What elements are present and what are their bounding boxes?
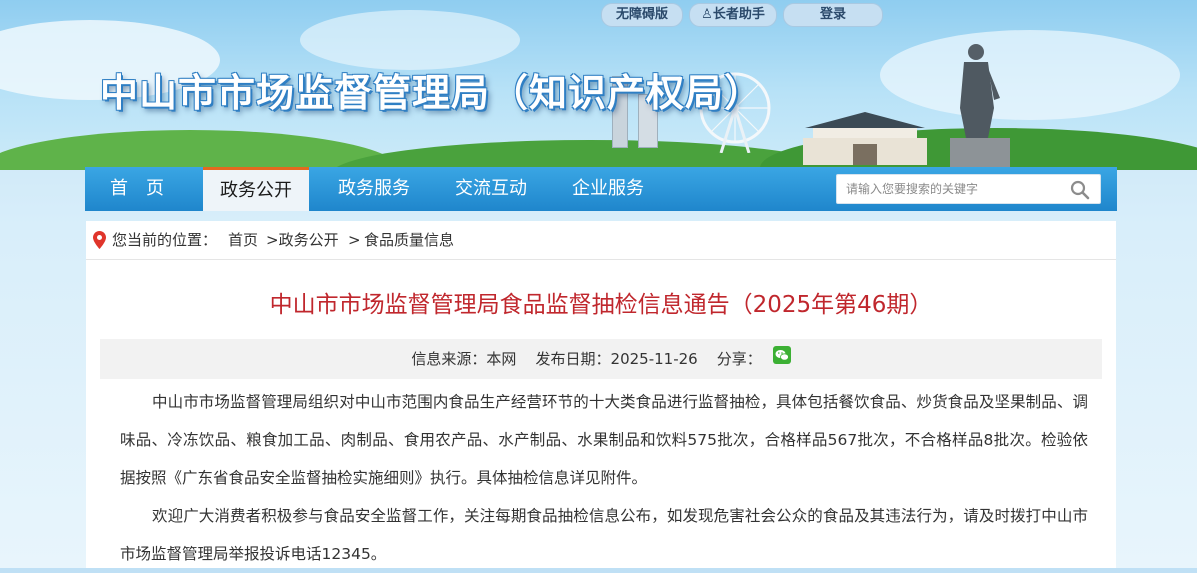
search-input[interactable] (837, 175, 1066, 203)
nav-item-home[interactable]: 首 页 (85, 167, 189, 211)
nav-item-government-services[interactable]: 政务服务 (323, 167, 425, 211)
header-banner: 无障碍版 ♙长者助手 登录 中山市市场监督管理局（知识产权局） (0, 0, 1197, 170)
nav-item-government-affairs[interactable]: 政务公开 (203, 167, 309, 211)
nav-item-enterprise-services[interactable]: 企业服务 (557, 167, 659, 211)
article-paragraph: 中山市市场监督管理局组织对中山市范围内食品生产经营环节的十大类食品进行监督抽检，… (120, 393, 1088, 487)
breadcrumb: 您当前的位置： 首页 >政务公开 > 食品质量信息 (86, 221, 1116, 260)
breadcrumb-separator: > (348, 231, 361, 249)
breadcrumb-home[interactable]: 首页 (228, 221, 258, 259)
share-label: 分享： (716, 350, 762, 368)
article-body: 中山市市场监督管理局组织对中山市范围内食品生产经营环节的十大类食品进行监督抽检，… (120, 383, 1088, 573)
search-icon[interactable] (1070, 180, 1090, 200)
elder-assistant-icon: ♙ (701, 7, 713, 22)
article-title: 中山市市场监督管理局食品监督抽检信息通告（2025年第46期） (269, 292, 933, 318)
nav-item-interaction[interactable]: 交流互动 (440, 167, 542, 211)
login-button[interactable]: 登录 (783, 3, 883, 27)
location-pin-icon (93, 231, 106, 249)
accessibility-button[interactable]: 无障碍版 (601, 3, 683, 27)
search-box (836, 174, 1101, 204)
breadcrumb-government-affairs[interactable]: >政务公开 (266, 221, 339, 259)
wechat-share-icon[interactable] (772, 345, 791, 364)
elder-assistant-button[interactable]: ♙长者助手 (689, 3, 777, 27)
source-value: 本网 (486, 350, 517, 368)
article-meta: 信息来源：本网 发布日期：2025-11-26 分享： (100, 339, 1102, 379)
date-value: 2025-11-26 (610, 350, 698, 368)
elder-assistant-label: 长者助手 (712, 7, 765, 22)
content-panel: 您当前的位置： 首页 >政务公开 > 食品质量信息 中山市市场监督管理局食品监督… (86, 221, 1116, 568)
breadcrumb-food-quality[interactable]: 食品质量信息 (364, 221, 454, 259)
article-paragraph: 欢迎广大消费者积极参与食品安全监督工作，关注每期食品抽检信息公布，如发现危害社会… (120, 507, 1088, 563)
source-label: 信息来源： (411, 350, 487, 368)
top-links: 无障碍版 ♙长者助手 登录 (601, 3, 883, 27)
city-gate-icon (803, 112, 927, 165)
date-label: 发布日期： (535, 350, 611, 368)
site-title: 中山市市场监督管理局（知识产权局） (100, 71, 764, 115)
breadcrumb-prefix: 您当前的位置： (112, 231, 218, 249)
statue-icon (950, 44, 1010, 170)
